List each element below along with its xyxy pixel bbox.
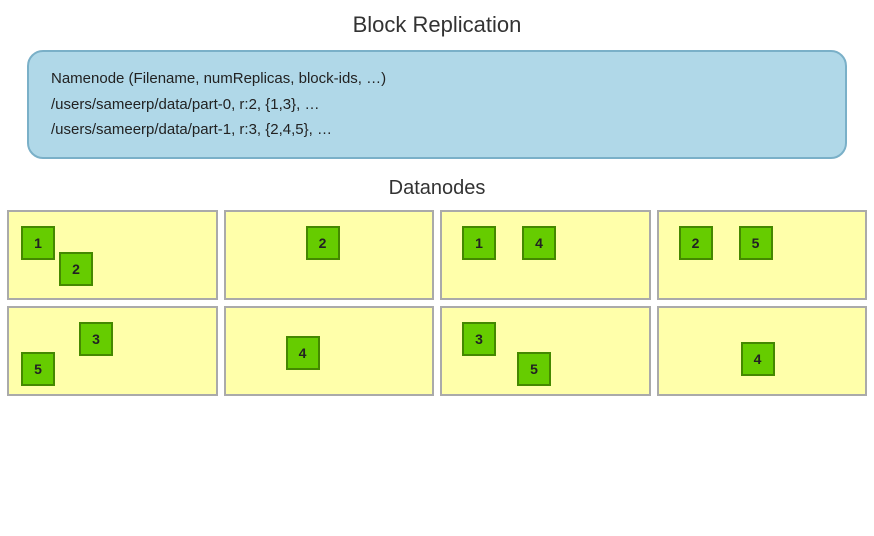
namenode-line3: /users/sameerp/data/part-1, r:3, {2,4,5}…	[51, 117, 823, 143]
block-2: 2	[679, 226, 713, 260]
block-4: 4	[522, 226, 556, 260]
block-4: 4	[741, 342, 775, 376]
datanode-cell-3: 14	[440, 210, 651, 300]
block-1: 1	[462, 226, 496, 260]
datanode-cell-2: 2	[224, 210, 435, 300]
block-3: 3	[462, 322, 496, 356]
namenode-line2: /users/sameerp/data/part-0, r:2, {1,3}, …	[51, 92, 823, 118]
datanode-cell-8: 4	[657, 306, 868, 396]
block-4: 4	[286, 336, 320, 370]
page: Block Replication Namenode (Filename, nu…	[0, 0, 874, 536]
datanode-cell-7: 35	[440, 306, 651, 396]
block-1: 1	[21, 226, 55, 260]
datanodes-label: Datanodes	[389, 177, 486, 200]
namenode-line1: Namenode (Filename, numReplicas, block-i…	[51, 66, 823, 92]
block-2: 2	[306, 226, 340, 260]
block-2: 2	[59, 252, 93, 286]
datanode-cell-5: 53	[7, 306, 218, 396]
namenode-box: Namenode (Filename, numReplicas, block-i…	[27, 50, 847, 159]
datanode-cell-1: 12	[7, 210, 218, 300]
block-5: 5	[517, 352, 551, 386]
datanode-cell-6: 4	[224, 306, 435, 396]
datanode-cell-4: 25	[657, 210, 868, 300]
block-5: 5	[21, 352, 55, 386]
block-3: 3	[79, 322, 113, 356]
page-title: Block Replication	[353, 12, 522, 38]
block-5: 5	[739, 226, 773, 260]
datanode-grid: 1221425534354	[7, 210, 867, 396]
